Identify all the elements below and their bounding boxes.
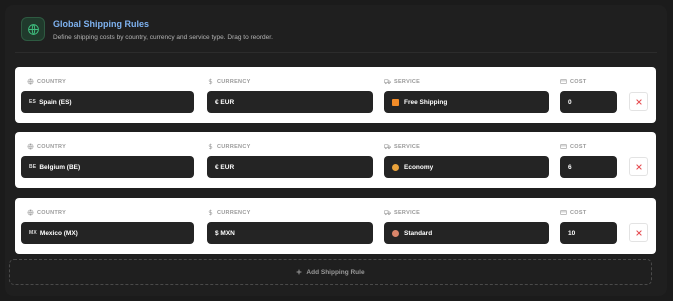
service-select[interactable]: Standard (384, 222, 549, 244)
page-subtitle: Define shipping costs by country, curren… (53, 34, 273, 41)
cost-input[interactable]: 6 (560, 156, 617, 178)
close-icon (635, 98, 642, 105)
delete-rule-button[interactable] (629, 92, 648, 111)
service-label: SERVICE (384, 142, 420, 151)
country-select[interactable]: MX Mexico (MX) (21, 222, 194, 244)
cost-label: COST (560, 77, 586, 86)
wallet-icon (560, 210, 567, 215)
page-title: Global Shipping Rules (53, 19, 150, 29)
currency-label: CURRENCY (207, 142, 251, 151)
delete-rule-button[interactable] (629, 157, 648, 176)
globe-icon (27, 143, 34, 150)
truck-icon (384, 210, 391, 216)
currency-select[interactable]: € EUR (207, 91, 373, 113)
plus-icon (297, 269, 302, 275)
country-select[interactable]: BE Belgium (BE) (21, 156, 194, 178)
service-label: SERVICE (384, 208, 420, 217)
close-icon (635, 163, 642, 170)
close-icon (635, 229, 642, 236)
delete-rule-button[interactable] (629, 223, 648, 242)
wallet-icon (560, 144, 567, 149)
service-select[interactable]: Free Shipping (384, 91, 549, 113)
cost-label: COST (560, 208, 586, 217)
truck-icon (384, 79, 391, 85)
country-label: COUNTRY (27, 77, 66, 86)
country-select[interactable]: ES Spain (ES) (21, 91, 194, 113)
truck-icon (384, 144, 391, 150)
rule-card[interactable]: COUNTRY CURRENCY SERVICE COST MX Mexico … (15, 198, 656, 254)
panel-header: Global Shipping Rules Define shipping co… (21, 17, 273, 42)
header-divider (15, 52, 657, 53)
gift-icon (392, 98, 399, 106)
currency-select[interactable]: € EUR (207, 156, 373, 178)
flag-icon: BE (29, 164, 37, 170)
service-label: SERVICE (384, 77, 420, 86)
country-label: COUNTRY (27, 208, 66, 217)
wallet-icon (560, 79, 567, 84)
currency-label: CURRENCY (207, 208, 251, 217)
flag-icon: ES (29, 99, 37, 105)
currency-select[interactable]: $ MXN (207, 222, 373, 244)
country-label: COUNTRY (27, 142, 66, 151)
add-shipping-rule-button[interactable]: Add Shipping Rule (9, 259, 652, 285)
rule-card[interactable]: COUNTRY CURRENCY SERVICE COST BE Belgium… (15, 132, 656, 188)
globe-icon (21, 17, 45, 41)
cost-input[interactable]: 0 (560, 91, 617, 113)
dollar-icon (208, 143, 213, 150)
rule-card[interactable]: COUNTRY CURRENCY SERVICE COST ES Spain (… (15, 67, 656, 123)
globe-icon (27, 209, 34, 216)
package-icon (392, 229, 399, 237)
dollar-icon (208, 78, 213, 85)
money-bag-icon (392, 163, 399, 171)
cost-label: COST (560, 142, 586, 151)
dollar-icon (208, 209, 213, 216)
globe-icon (27, 78, 34, 85)
service-select[interactable]: Economy (384, 156, 549, 178)
cost-input[interactable]: 10 (560, 222, 617, 244)
flag-icon: MX (29, 230, 37, 236)
currency-label: CURRENCY (207, 77, 251, 86)
shipping-rules-panel: Global Shipping Rules Define shipping co… (5, 5, 667, 296)
